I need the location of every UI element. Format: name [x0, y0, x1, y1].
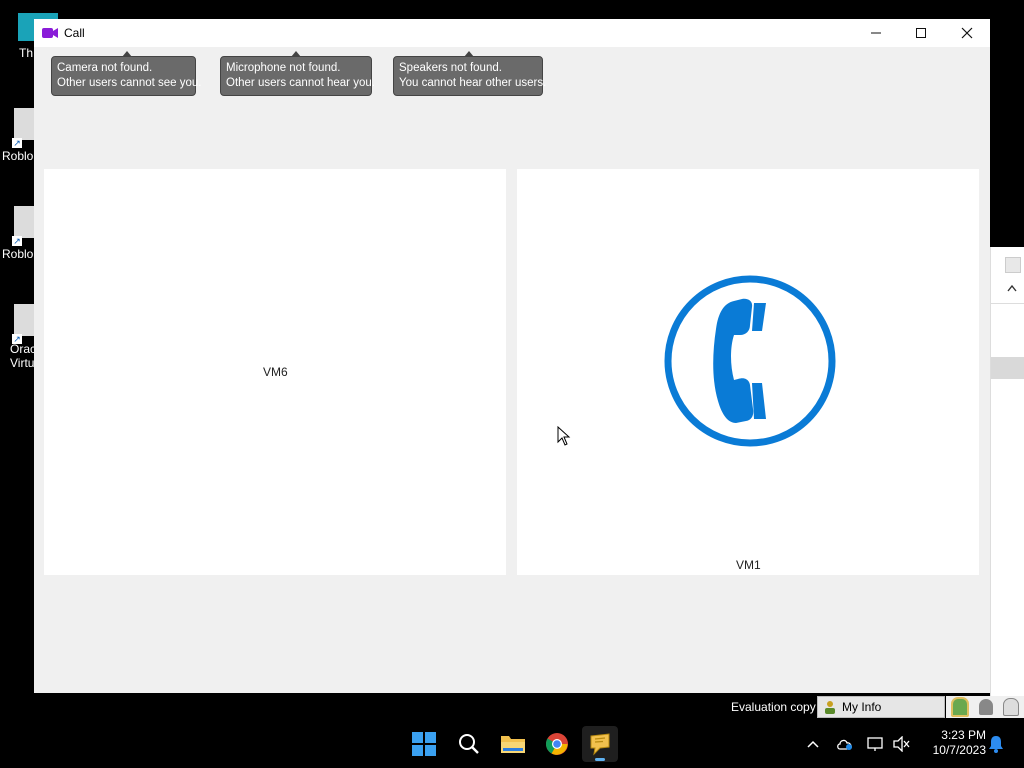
phone-call-icon: [664, 275, 836, 447]
chevron-up-icon[interactable]: [1007, 281, 1017, 295]
camera-not-found-notice: Camera not found. Other users cannot see…: [51, 51, 202, 96]
evaluation-copy-text: Evaluation copy: [731, 700, 816, 714]
minimize-icon: [871, 32, 881, 34]
maximize-icon: [916, 28, 926, 38]
speakers-not-found-notice: Speakers not found. You cannot hear othe…: [393, 51, 547, 96]
close-button[interactable]: [944, 19, 990, 47]
taskbar: [0, 720, 1024, 768]
status-online-icon[interactable]: [951, 697, 969, 717]
start-button[interactable]: [406, 726, 442, 762]
search-icon: [459, 734, 479, 754]
participant-panel-vm6[interactable]: VM6: [44, 169, 506, 575]
bell-icon: [989, 736, 1003, 753]
background-window: [990, 247, 1024, 697]
chrome-button[interactable]: [539, 726, 575, 762]
status-strip: Evaluation copy My Info: [0, 696, 1024, 720]
folder-icon: [501, 736, 525, 753]
volume-tray-button[interactable]: [892, 734, 912, 754]
selected-row[interactable]: [991, 357, 1024, 379]
taskbar-clock[interactable]: 3:23 PM 10/7/2023: [918, 728, 986, 758]
my-info-button[interactable]: My Info: [817, 696, 945, 718]
mouse-cursor-icon: [557, 426, 571, 446]
notice-line: Speakers not found.: [399, 62, 502, 74]
desktop-icon-label: Roblo: [2, 149, 34, 163]
shortcut-icon: ↗: [12, 304, 36, 344]
shortcut-icon: ↗: [12, 108, 36, 148]
notice-line: Microphone not found.: [226, 62, 341, 74]
notice-line: Other users cannot hear you.: [226, 77, 375, 89]
onedrive-tray-button[interactable]: [835, 734, 855, 754]
window-title: Call: [64, 26, 85, 40]
notice-line: Other users cannot see you.: [57, 77, 202, 89]
status-offline-icon[interactable]: [1003, 698, 1019, 716]
notice-line: You cannot hear other users.: [399, 77, 547, 89]
windows-logo-icon: [412, 732, 436, 756]
file-explorer-button[interactable]: [495, 726, 531, 762]
cloud-icon: [837, 739, 852, 750]
user-icon: [825, 701, 835, 714]
clock-date: 10/7/2023: [932, 743, 986, 757]
search-button[interactable]: [451, 726, 487, 762]
participant-name: VM6: [263, 365, 288, 379]
desktop-icon-label: Roblo: [2, 247, 34, 261]
participant-panel-vm1[interactable]: VM1: [517, 169, 979, 575]
shortcut-icon: ↗: [12, 206, 36, 246]
chevron-up-icon: [807, 740, 819, 748]
messenger-button[interactable]: [582, 726, 618, 762]
show-hidden-icons-button[interactable]: [803, 734, 823, 754]
call-window: Call Camera not found. Other users canno…: [34, 19, 990, 693]
close-icon[interactable]: [1005, 257, 1021, 273]
clock-time: 3:23 PM: [941, 728, 986, 742]
title-bar[interactable]: Call: [34, 19, 990, 47]
chrome-icon: [546, 733, 568, 755]
chat-bubble-icon: [590, 733, 610, 756]
network-icon: [867, 737, 883, 751]
participant-name: VM1: [736, 558, 761, 572]
notifications-button[interactable]: [986, 734, 1006, 754]
volume-muted-icon: [893, 736, 910, 752]
minimize-button[interactable]: [853, 19, 899, 47]
status-selector: [946, 696, 1024, 718]
network-tray-button[interactable]: [866, 734, 886, 754]
notice-line: Camera not found.: [57, 62, 153, 74]
divider: [991, 303, 1024, 304]
video-camera-icon: [42, 28, 58, 38]
status-away-icon[interactable]: [979, 699, 993, 715]
maximize-button[interactable]: [898, 19, 944, 47]
my-info-label: My Info: [842, 700, 882, 714]
microphone-not-found-notice: Microphone not found. Other users cannot…: [220, 51, 375, 96]
close-icon: [961, 27, 973, 39]
